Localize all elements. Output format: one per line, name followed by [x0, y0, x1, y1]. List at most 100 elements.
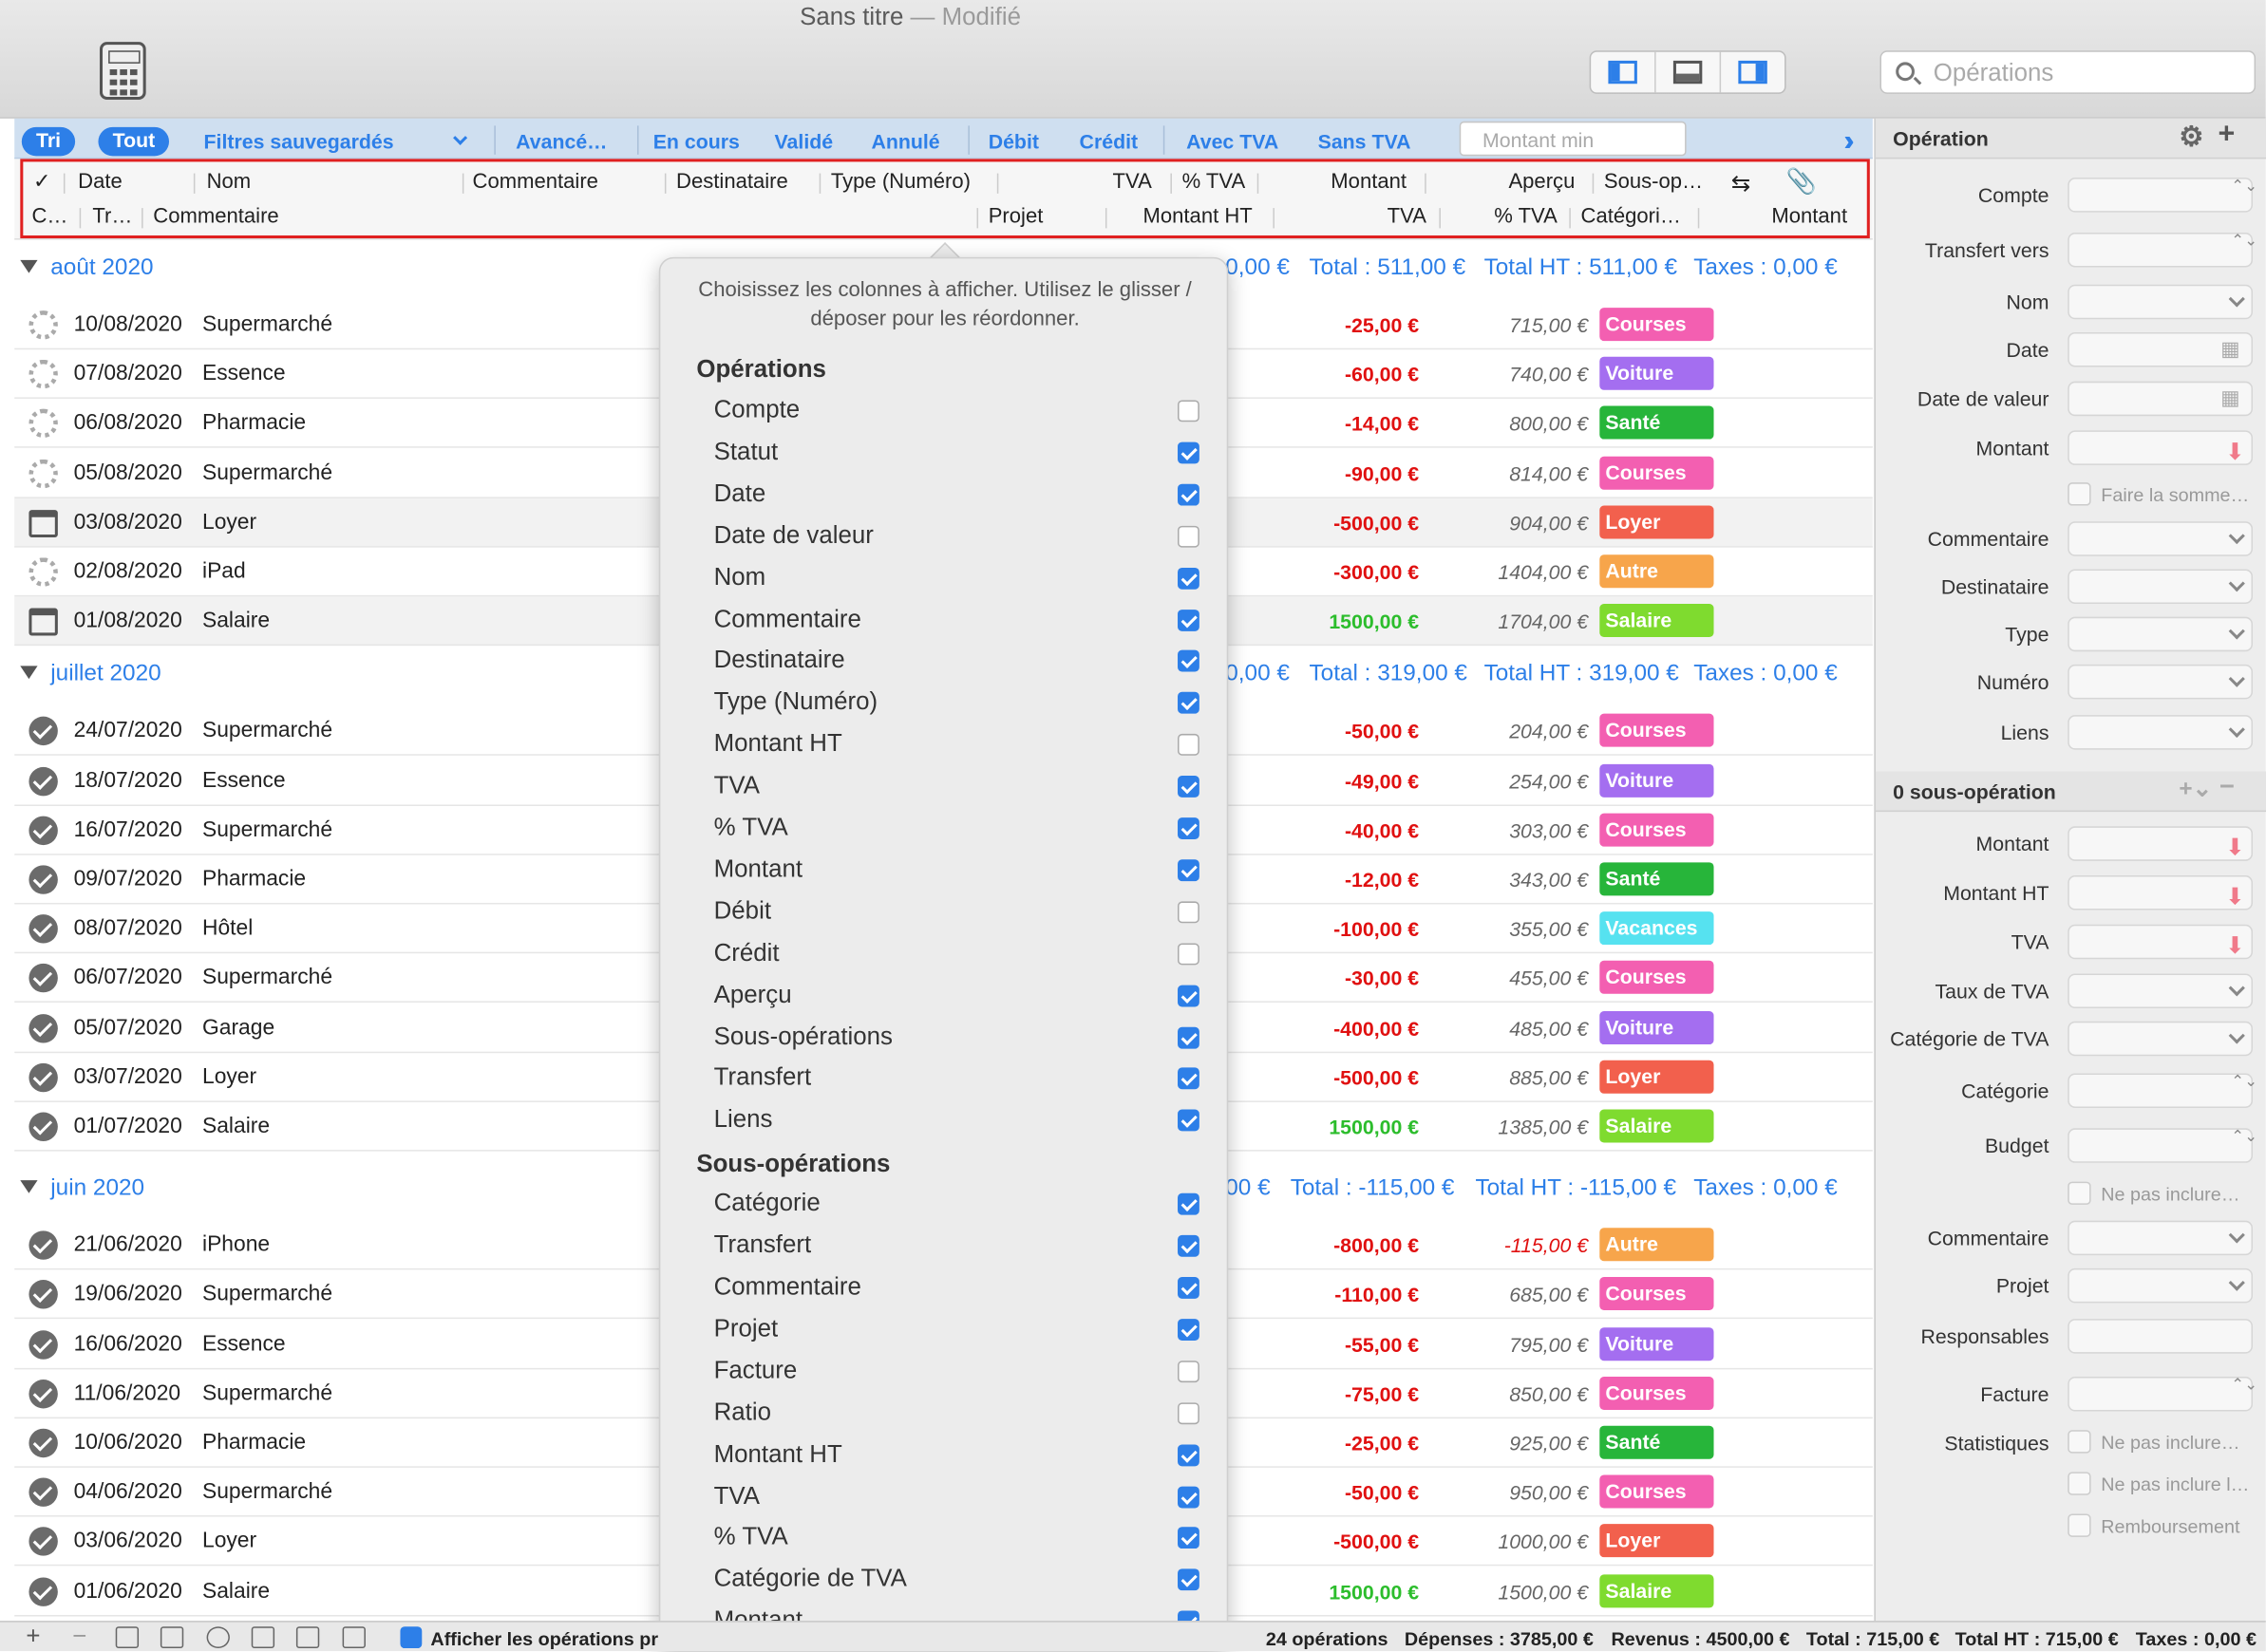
checked-status-icon[interactable]	[28, 964, 58, 993]
field-input[interactable]	[2068, 521, 2254, 556]
column-option-checkbox[interactable]	[1178, 776, 1199, 798]
gear-icon[interactable]: ⚙	[2179, 122, 2203, 155]
field-input[interactable]	[2068, 284, 2254, 320]
column-option-checkbox[interactable]	[1178, 1401, 1199, 1424]
all-filter-button[interactable]: Tout	[98, 126, 170, 157]
exclude-checkbox[interactable]	[2068, 1181, 2091, 1205]
toggle-right-panel-button[interactable]	[1721, 52, 1784, 93]
checked-status-icon[interactable]	[28, 1230, 58, 1261]
column-option-checkbox[interactable]	[1178, 1485, 1199, 1508]
field-input[interactable]	[2068, 569, 2254, 604]
column-option-checkbox[interactable]	[1178, 1109, 1199, 1132]
checked-status-icon[interactable]	[28, 717, 58, 746]
column-option-checkbox[interactable]	[1178, 1235, 1199, 1257]
statistics-checkbox[interactable]	[2068, 1430, 2091, 1454]
chart-icon[interactable]	[115, 1626, 140, 1649]
checked-status-icon[interactable]	[28, 914, 58, 944]
report-icon[interactable]	[251, 1626, 275, 1649]
saved-filters-menu[interactable]: Filtres sauvegardés	[204, 130, 394, 153]
column-option-checkbox[interactable]	[1178, 1026, 1199, 1048]
field-input[interactable]	[2068, 1021, 2254, 1057]
calendar-status-icon[interactable]	[28, 608, 58, 636]
column-option-checkbox[interactable]	[1178, 734, 1199, 757]
field-input[interactable]: ⌃⌄	[2068, 1073, 2257, 1108]
field-input[interactable]	[2068, 973, 2254, 1009]
add-icon[interactable]: +	[26, 1623, 40, 1651]
statistics-checkbox[interactable]	[2068, 1513, 2091, 1537]
column-option-checkbox[interactable]	[1178, 1277, 1199, 1299]
statistics-checkbox[interactable]	[2068, 1472, 2091, 1495]
column-option-checkbox[interactable]	[1178, 1443, 1199, 1466]
budget-icon[interactable]	[295, 1626, 320, 1649]
field-input[interactable]: ⌃⌄	[2068, 178, 2257, 213]
field-input[interactable]: ⌃⌄	[2068, 1376, 2257, 1412]
pending-status-icon[interactable]	[28, 459, 58, 488]
column-option-checkbox[interactable]	[1178, 400, 1199, 422]
column-option-checkbox[interactable]	[1178, 859, 1199, 881]
column-option-checkbox[interactable]	[1178, 525, 1199, 548]
checked-status-icon[interactable]	[28, 816, 58, 845]
clipboard-icon[interactable]	[160, 1626, 184, 1649]
column-option-checkbox[interactable]	[1178, 943, 1199, 965]
field-input[interactable]: ⌃⌄	[2068, 232, 2257, 268]
checked-status-icon[interactable]	[28, 1013, 58, 1042]
checked-status-icon[interactable]	[28, 1112, 58, 1141]
add-icon[interactable]: +	[2219, 119, 2236, 152]
field-input[interactable]: ▦	[2068, 381, 2254, 417]
field-input[interactable]	[2068, 715, 2254, 750]
checked-status-icon[interactable]	[28, 1576, 58, 1606]
pending-status-icon[interactable]	[28, 409, 58, 439]
field-input[interactable]	[2068, 1220, 2254, 1256]
column-option-checkbox[interactable]	[1178, 985, 1199, 1006]
globe-icon[interactable]	[206, 1626, 230, 1649]
field-input[interactable]: ⬇	[2068, 430, 2254, 465]
column-option-checkbox[interactable]	[1178, 1318, 1199, 1341]
field-input[interactable]: ⌃⌄	[2068, 1128, 2257, 1163]
disclosure-triangle-icon[interactable]	[20, 666, 38, 680]
checked-status-icon[interactable]	[28, 1379, 58, 1409]
validated-filter[interactable]: Validé	[775, 130, 834, 153]
field-input[interactable]: ▦	[2068, 331, 2254, 367]
advanced-filter-button[interactable]: Avancé…	[516, 130, 607, 153]
remove-suboperation-icon[interactable]: −	[2219, 771, 2235, 801]
checked-status-icon[interactable]	[28, 1280, 58, 1310]
field-input[interactable]	[2068, 1319, 2254, 1354]
column-option-checkbox[interactable]	[1178, 1527, 1199, 1549]
column-option-checkbox[interactable]	[1178, 567, 1199, 590]
checked-status-icon[interactable]	[28, 1062, 58, 1092]
toggle-left-panel-button[interactable]	[1591, 51, 1656, 93]
column-option-checkbox[interactable]	[1178, 692, 1199, 715]
cancelled-filter[interactable]: Annulé	[871, 130, 939, 153]
without-vat-filter[interactable]: Sans TVA	[1318, 130, 1411, 153]
toggle-bottom-panel-button[interactable]	[1656, 51, 1722, 93]
more-filters-icon[interactable]: ››	[1843, 125, 1857, 159]
pending-status-icon[interactable]	[28, 360, 58, 389]
field-input[interactable]	[2068, 664, 2254, 700]
search-field[interactable]: Opérations	[1879, 50, 2257, 94]
checked-status-icon[interactable]	[28, 1477, 58, 1508]
sum-checkbox[interactable]	[2068, 482, 2091, 506]
pending-status-icon[interactable]	[28, 310, 58, 340]
checked-status-icon[interactable]	[28, 766, 58, 796]
add-suboperation-icon[interactable]: +⌄	[2179, 775, 2212, 803]
credit-filter[interactable]: Crédit	[1080, 130, 1139, 153]
column-option-checkbox[interactable]	[1178, 483, 1199, 506]
column-option-checkbox[interactable]	[1178, 817, 1199, 839]
field-input[interactable]	[2068, 616, 2254, 652]
column-option-checkbox[interactable]	[1178, 1360, 1199, 1382]
field-input[interactable]: ⬇	[2068, 875, 2254, 910]
show-operations-checkbox[interactable]	[400, 1626, 423, 1649]
column-option-checkbox[interactable]	[1178, 441, 1199, 464]
checked-status-icon[interactable]	[28, 1527, 58, 1557]
remove-icon[interactable]: −	[72, 1623, 86, 1651]
column-option-checkbox[interactable]	[1178, 1568, 1199, 1591]
pending-status-icon[interactable]	[28, 557, 58, 587]
checked-status-icon[interactable]	[28, 865, 58, 894]
column-option-checkbox[interactable]	[1178, 901, 1199, 923]
with-vat-filter[interactable]: Avec TVA	[1186, 130, 1278, 153]
chevron-down-icon[interactable]	[453, 130, 468, 145]
column-option-checkbox[interactable]	[1178, 609, 1199, 631]
disclosure-triangle-icon[interactable]	[20, 1180, 38, 1194]
field-input[interactable]: ⬇	[2068, 826, 2254, 861]
stats-icon[interactable]	[342, 1626, 366, 1649]
